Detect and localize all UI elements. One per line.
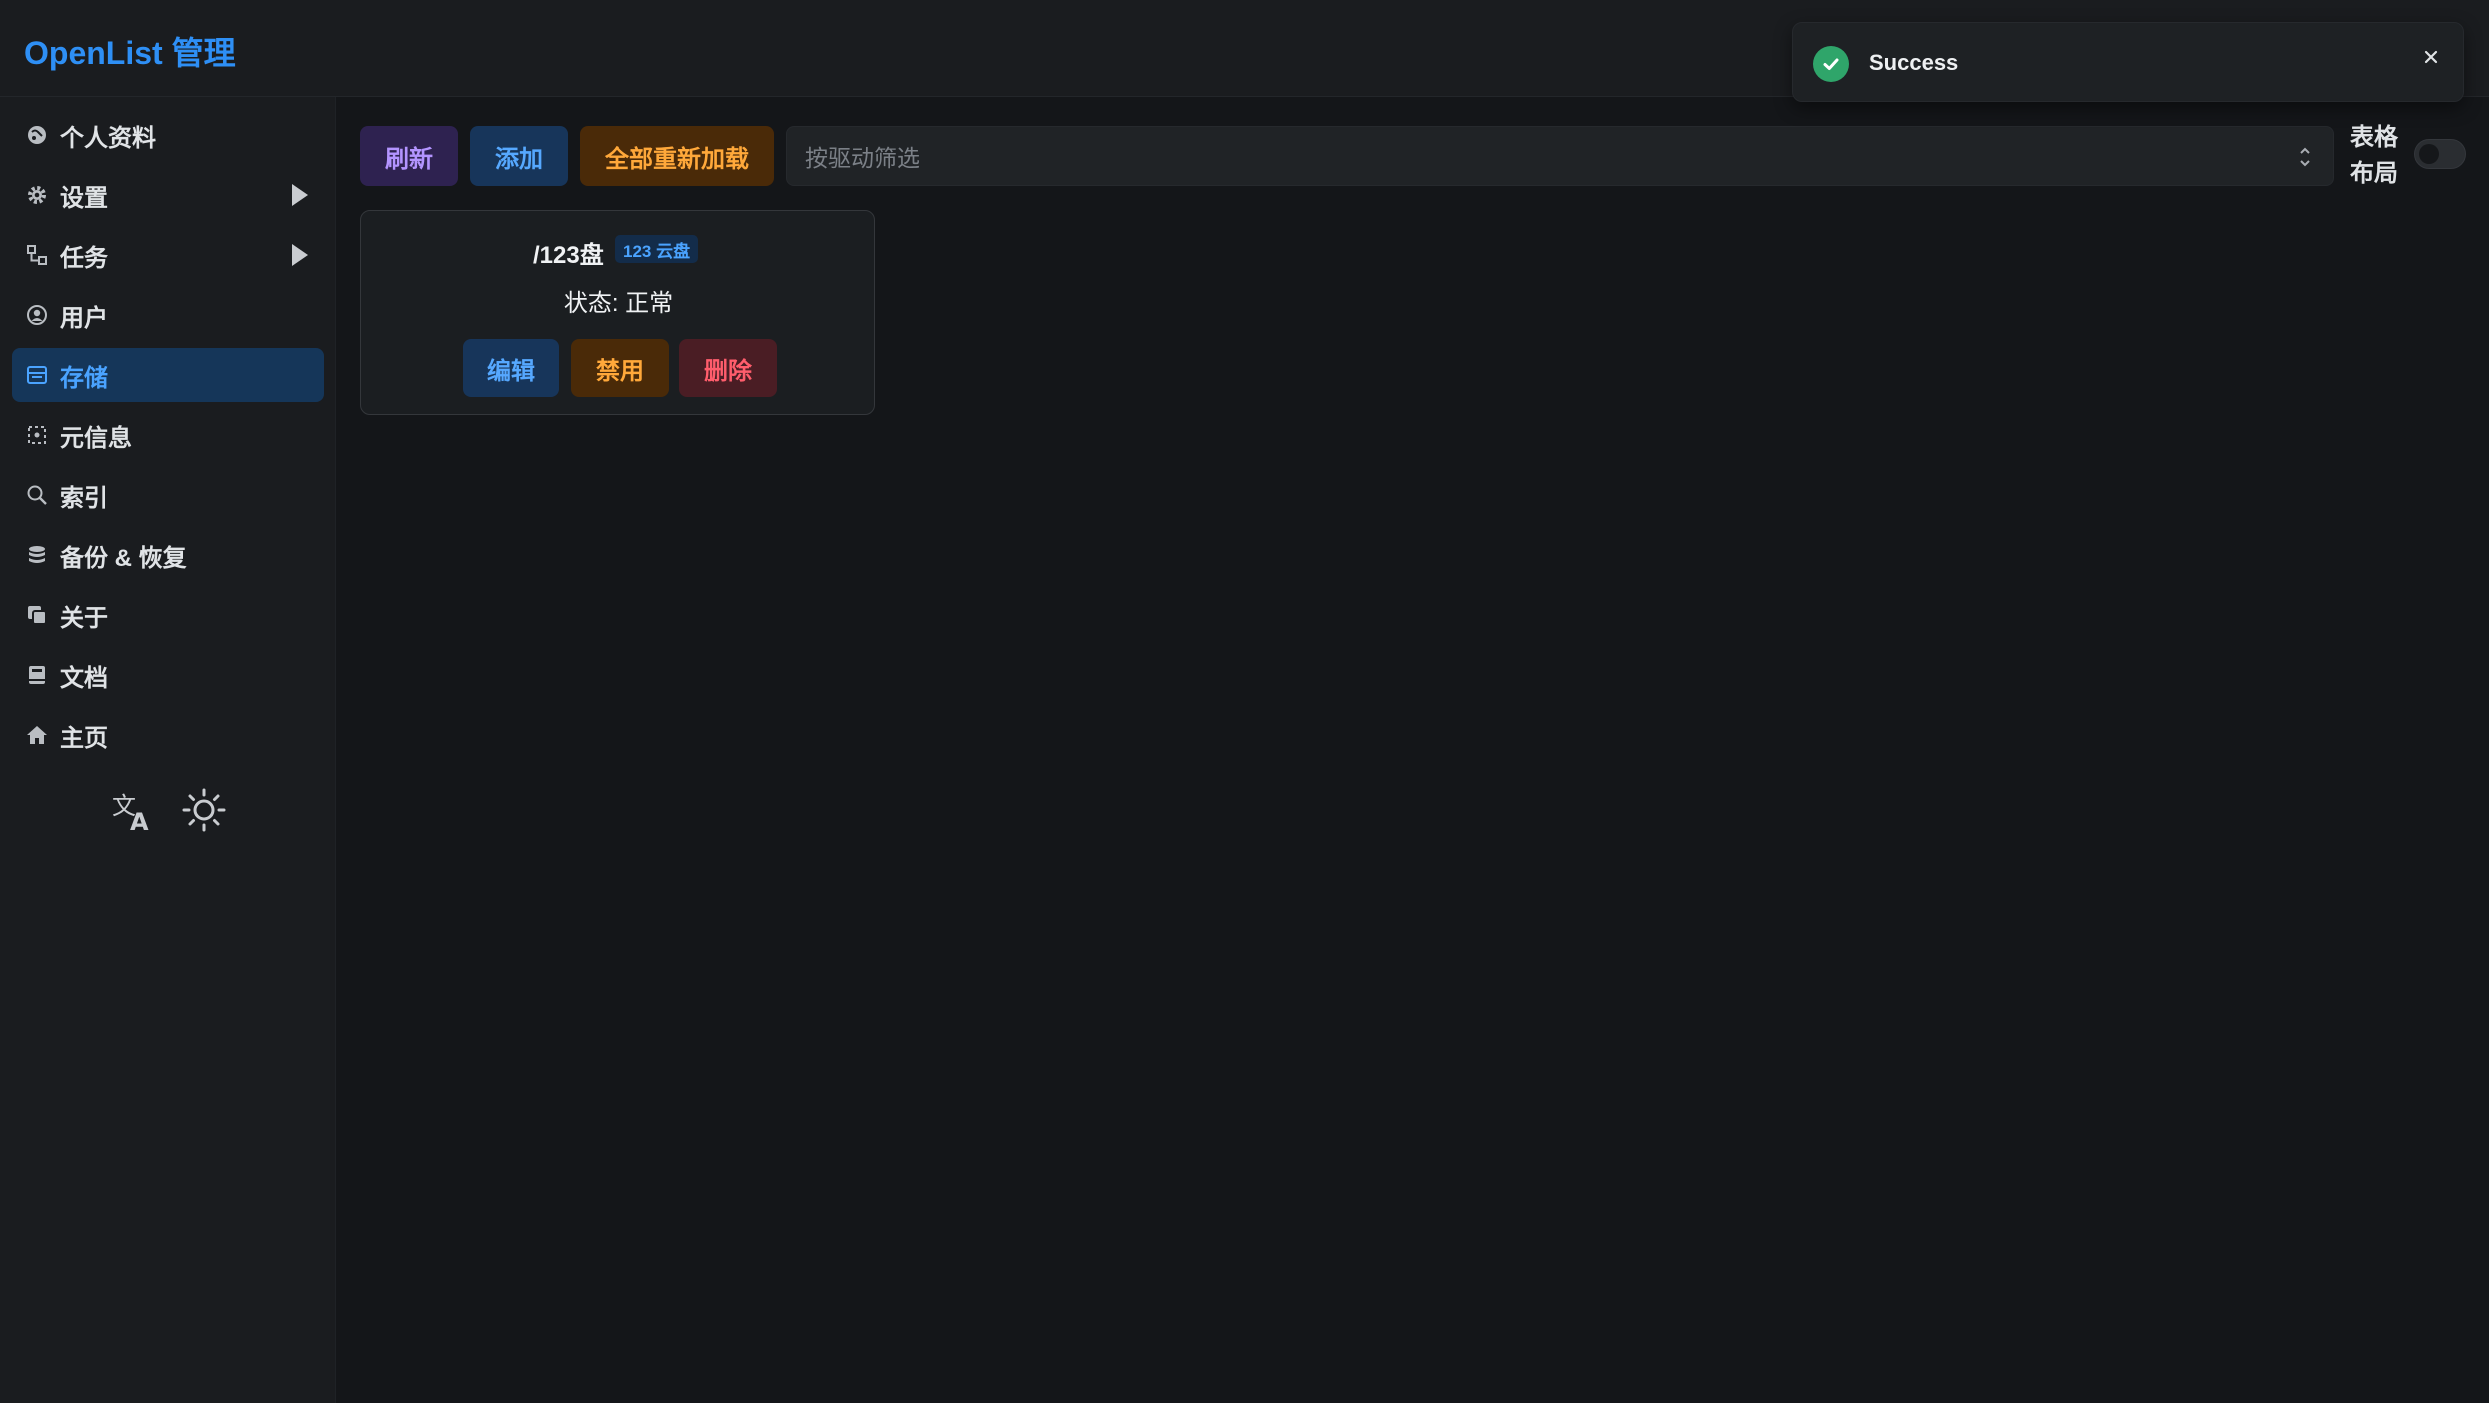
status-value: 正常 (625, 290, 674, 317)
delete-button[interactable]: 删除 (679, 339, 777, 397)
book-icon (24, 662, 50, 688)
sidebar-item-about[interactable]: 关于 (12, 588, 324, 642)
tasks-icon (24, 242, 50, 268)
sidebar-item-tasks[interactable]: 任务 (12, 228, 324, 282)
sidebar-item-label: 设置 (60, 184, 108, 212)
status-label: 状态: (563, 290, 619, 317)
metadata-icon (24, 422, 50, 448)
sidebar-item-backup-restore[interactable]: 备份 & 恢复 (12, 528, 324, 582)
sidebar-item-label: 主页 (60, 724, 108, 752)
close-icon[interactable] (2417, 43, 2445, 71)
toast-message: Success (1869, 50, 1959, 75)
sidebar-item-label: 存储 (60, 364, 108, 392)
sidebar-item-label: 文档 (60, 664, 108, 692)
reload-all-button[interactable]: 全部重新加载 (580, 126, 774, 186)
storage-card: /123盘 123 云盘 状态: 正常 编辑 禁用 删除 (360, 210, 875, 415)
search-icon (24, 482, 50, 508)
sidebar-item-label: 用户 (60, 304, 108, 332)
svg-text:A: A (130, 808, 149, 834)
expand-arrow-icon[interactable] (292, 184, 308, 206)
sidebar-item-settings[interactable]: 设置 (12, 168, 324, 222)
expand-arrow-icon[interactable] (292, 244, 308, 266)
sidebar-item-label: 任务 (60, 244, 108, 272)
sidebar-item-docs[interactable]: 文档 (12, 648, 324, 702)
about-icon (24, 602, 50, 628)
toggle-knob (2419, 144, 2439, 164)
add-button[interactable]: 添加 (470, 126, 568, 186)
refresh-button[interactable]: 刷新 (360, 126, 458, 186)
database-icon (24, 542, 50, 568)
table-layout-label: 表格 布局 (2350, 120, 2406, 192)
disable-button[interactable]: 禁用 (571, 339, 669, 397)
sidebar-item-label: 索引 (60, 484, 108, 512)
table-layout-toggle[interactable] (2414, 139, 2466, 169)
storage-icon (24, 362, 50, 388)
sidebar-item-label: 个人资料 (60, 124, 156, 152)
edit-button[interactable]: 编辑 (463, 339, 559, 397)
driver-badge: 123 云盘 (615, 235, 699, 263)
success-toast: Success (1792, 22, 2464, 102)
storage-status: 状态: 正常 (361, 283, 876, 318)
sidebar-item-profile[interactable]: 个人资料 (12, 108, 324, 162)
sun-icon[interactable] (180, 786, 228, 834)
table-layout-label-line1: 表格 (2350, 124, 2398, 151)
gear-icon (24, 182, 50, 208)
profile-icon (24, 122, 50, 148)
table-layout-label-line2: 布局 (2350, 160, 2398, 187)
sidebar: 个人资料 设置 任务 用户 存储 元信息 索引 备份 & 恢复 关于 文档 主页… (0, 97, 336, 1403)
home-icon (24, 722, 50, 748)
sidebar-item-storage[interactable]: 存储 (12, 348, 324, 402)
sidebar-item-metadata[interactable]: 元信息 (12, 408, 324, 462)
translate-icon[interactable]: 文 A (108, 786, 156, 836)
sidebar-item-home[interactable]: 主页 (12, 708, 324, 762)
sidebar-item-users[interactable]: 用户 (12, 288, 324, 342)
sidebar-item-index[interactable]: 索引 (12, 468, 324, 522)
sidebar-item-label: 备份 & 恢复 (60, 544, 187, 572)
sidebar-item-label: 元信息 (60, 424, 132, 452)
driver-filter-select[interactable]: 按驱动筛选 (786, 126, 2334, 186)
sidebar-item-label: 关于 (60, 604, 108, 632)
driver-filter-placeholder: 按驱动筛选 (805, 145, 920, 171)
user-icon (24, 302, 50, 328)
check-circle-icon (1813, 46, 1849, 82)
chevron-updown-icon (2297, 143, 2313, 177)
app-title[interactable]: OpenList 管理 (24, 28, 236, 74)
mount-path: /123盘 (533, 242, 604, 269)
